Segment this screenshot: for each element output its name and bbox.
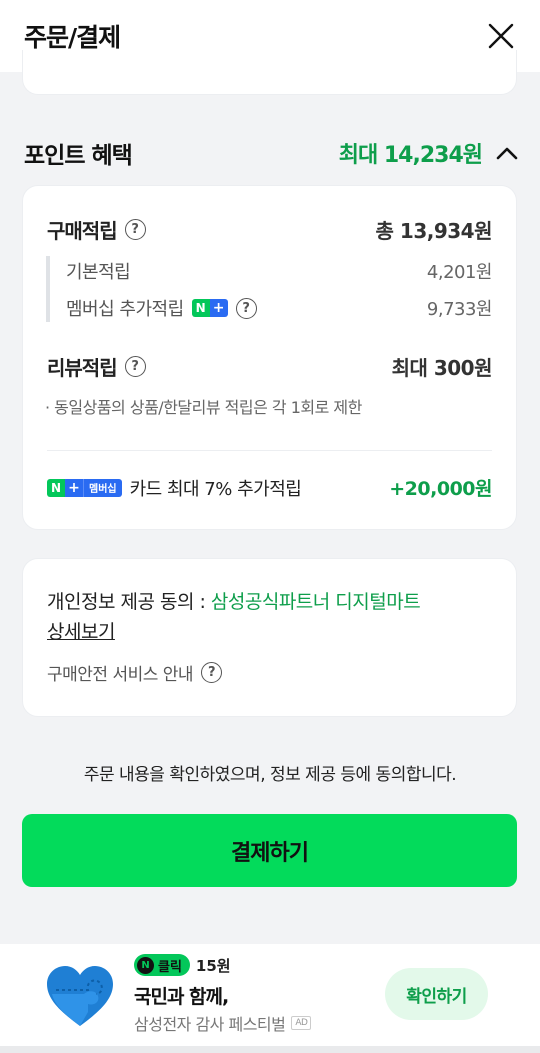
detail-link[interactable]: 상세보기 [47,621,115,643]
divider [47,450,492,451]
naver-n-icon: N [191,299,210,317]
basic-points-label: 기본적립 [66,262,131,283]
close-button[interactable] [486,21,516,51]
naver-plus-membership-badge: N + 멤버십 [47,478,122,497]
help-icon[interactable]: ? [124,219,146,240]
basic-points-row: 기본적립 4,201원 [66,258,493,284]
points-max-value: 최대 14,234원 [338,143,483,168]
ad-banner[interactable]: N 클릭 15원 국민과 함께, 삼성전자 감사 페스티벌 AD 확인하기 [0,944,540,1046]
privacy-consent-prefix: 개인정보 제공 동의 : [47,591,211,613]
purchase-points-value: 총 13,934원 [375,219,493,243]
card-extra-label: 카드 최대 7% 추가적립 [129,478,302,500]
review-points-value: 최대 300원 [391,356,493,380]
privacy-consent: 개인정보 제공 동의 : 삼성공식파트너 디지털마트 상세보기 [47,587,487,647]
purchase-points-row: 구매적립 ? 총 13,934원 [47,215,493,244]
help-icon[interactable]: ? [201,662,223,683]
naver-plus-badge: N + [191,299,228,317]
review-note: · 동일상품의 상품/한달리뷰 적립은 각 1회로 제한 [45,398,362,417]
close-icon [488,23,514,49]
review-points-row: 리뷰적립 ? 최대 300원 [47,352,493,381]
naver-n-icon: N [137,956,154,974]
safe-service-label: 구매안전 서비스 안내 [47,665,194,685]
chevron-up-icon[interactable] [496,146,518,160]
membership-points-label: 멤버십 추가적립 [66,299,184,320]
card-extra-row: N + 멤버십 카드 최대 7% 추가적립 +20,000원 [47,474,492,501]
membership-points-row: 멤버십 추가적립 N + ? 9,733원 [66,295,493,321]
ad-confirm-button[interactable]: 확인하기 [385,968,488,1020]
basic-points-value: 4,201원 [426,262,493,283]
click-reward-amount: 15원 [195,956,231,975]
naver-n-icon: N [47,478,65,497]
ad-subline-text: 삼성전자 감사 페스티벌 [134,1015,286,1034]
card-extra-value: +20,000원 [389,478,492,500]
ad-subline: 삼성전자 감사 페스티벌 AD [134,1011,312,1035]
page-title: 주문/결제 [24,23,121,52]
safe-service-row[interactable]: 구매안전 서비스 안내 ? [47,660,223,685]
help-icon[interactable]: ? [235,297,257,319]
privacy-card: 개인정보 제공 동의 : 삼성공식파트너 디지털마트 상세보기 구매안전 서비스… [22,558,517,717]
membership-points-value: 9,733원 [426,299,493,320]
points-section-title: 포인트 혜택 [24,143,133,169]
membership-badge-text: 멤버십 [83,478,122,497]
plus-icon: + [209,299,228,317]
previous-section-card [22,50,517,95]
help-icon[interactable]: ? [124,356,146,377]
ad-tag: AD [291,1016,312,1030]
purchase-points-label: 구매적립 [47,219,118,243]
partner-name: 삼성공식파트너 디지털마트 [210,591,421,613]
click-reward: N 클릭 15원 [134,954,231,976]
pay-button[interactable]: 결제하기 [22,814,517,887]
review-points-label: 리뷰적립 [47,356,118,380]
click-pill: N 클릭 [134,954,190,976]
points-section-header[interactable]: 포인트 혜택 최대 14,234원 [24,132,518,174]
plus-icon: + [65,478,83,497]
agreement-text: 주문 내용을 확인하였으며, 정보 제공 등에 동의합니다. [83,765,457,785]
heart-puzzle-icon [47,966,113,1026]
points-card: 구매적립 ? 총 13,934원 기본적립 4,201원 멤버십 추가적립 N … [22,185,517,530]
sub-indicator-bar [46,256,50,322]
ad-headline: 국민과 함께, [134,986,229,1008]
bottom-strip [0,1046,540,1053]
click-label: 클릭 [158,959,182,975]
